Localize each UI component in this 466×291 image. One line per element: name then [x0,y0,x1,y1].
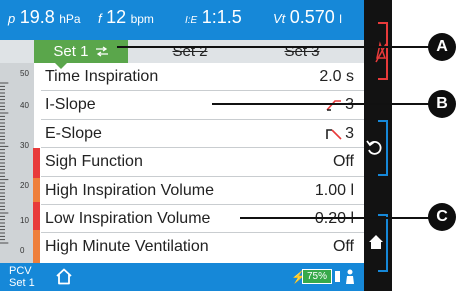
param-value: 2.0 s [319,68,354,85]
frequency-readout: f 12 bpm [98,7,154,28]
param-name: High Minute Ventilation [45,238,209,256]
bottom-status-bar: PCV Set 1 ⚡ 75% [0,263,364,291]
callout-c: C [428,203,456,231]
param-name: Sigh Function [45,153,143,171]
ventilation-mode[interactable]: PCV Set 1 [9,265,35,289]
callout-a: A [428,33,456,61]
callout-line-c [240,217,432,219]
gauge-orange-band-upper [33,178,40,202]
frequency-symbol: f [98,11,102,26]
tab-set-2[interactable]: Set 2 [140,40,240,63]
param-value-group: 3 [326,120,354,148]
param-name: Time Inspiration [45,68,159,85]
gauge-label-20: 20 [20,181,29,190]
link-icon [95,46,108,57]
param-name: E-Slope [45,124,102,142]
callout-line-b [212,103,432,105]
param-low-inspiration-volume[interactable]: Low Inspiration Volume 0.20 l [41,205,364,234]
gauge-orange-band-lower [33,230,40,263]
gauge-label-30: 30 [20,141,29,150]
param-high-minute-ventilation[interactable]: High Minute Ventilation Off [41,233,364,261]
pressure-value: 19.8 [19,7,55,27]
gauge-label-40: 40 [20,101,29,110]
battery-level: 75% [306,271,327,282]
param-time-inspiration[interactable]: Time Inspiration 2.0 s [41,63,364,92]
frequency-unit: bpm [130,12,154,26]
home-icon[interactable] [55,268,73,285]
tab-set-3[interactable]: Set 3 [252,40,352,63]
param-value-group: 3 [326,91,354,119]
gauge-label-50: 50 [20,69,29,78]
ie-ratio-readout: I:E 1:1.5 [185,7,242,28]
volume-unit: l [339,12,342,26]
mode-name: PCV [9,265,32,277]
param-e-slope[interactable]: E-Slope 3 [41,120,364,149]
param-name: Low Inspiration Volume [45,209,211,227]
param-i-slope[interactable]: I-Slope 3 [41,91,364,120]
param-value: Off [332,238,354,256]
gauge-label-0: 0 [20,246,25,255]
callout-b: B [428,90,456,118]
ie-ratio-symbol: I:E [185,15,198,26]
param-high-inspiration-volume[interactable]: High Inspiration Volume 1.00 l [41,177,364,205]
settings-tab-bar: Set 1 Set 2 Set 3 [0,40,364,63]
ventilator-screen: p 19.8 hPa f 12 bpm I:E 1:1.5 Vt 0.570 l… [0,0,364,291]
frequency-value: 12 [106,7,127,27]
volume-symbol: Vt [273,11,286,26]
volume-value: 0.570 [289,7,335,27]
param-sigh-function[interactable]: Sigh Function Off [41,148,364,177]
tab-set-1-label: Set 1 [53,43,89,60]
top-status-bar: p 19.8 hPa f 12 bpm I:E 1:1.5 Vt 0.570 l [0,0,364,40]
battery-indicator: 75% [302,269,332,284]
param-name: I-Slope [45,96,96,114]
param-value: 3 [345,124,354,142]
right-side-panel [364,0,392,291]
alarm-mute-button[interactable] [374,22,388,80]
param-value: 1.00 l [314,181,354,199]
rising-slope-icon [326,100,342,111]
pressure-readout: p 19.8 hPa [8,7,81,28]
ie-ratio-value: 1:1.5 [201,7,242,27]
pressure-symbol: p [8,11,16,26]
tab-set-1[interactable]: Set 1 [34,40,128,63]
falling-slope-icon [326,128,342,140]
patient-icon [346,269,354,284]
gauge-alarm-band-upper [33,148,40,178]
mode-set: Set 1 [9,277,35,289]
gauge-alarm-band-middle [33,202,40,230]
rotate-icon [366,140,382,155]
callout-line-a [117,46,430,48]
gauge-label-10: 10 [20,216,29,225]
pressure-unit: hPa [59,12,81,26]
param-name: High Inspiration Volume [45,181,214,199]
gauge-scale [0,82,9,244]
pressure-gauge: 50 40 30 20 10 0 [0,63,34,263]
volume-readout: Vt 0.570 l [273,7,342,28]
param-value: Off [332,153,354,171]
plug-icon [335,271,340,282]
parameter-list: Time Inspiration 2.0 s I-Slope 3 E-Slope… [41,63,364,262]
home-icon [369,235,383,249]
